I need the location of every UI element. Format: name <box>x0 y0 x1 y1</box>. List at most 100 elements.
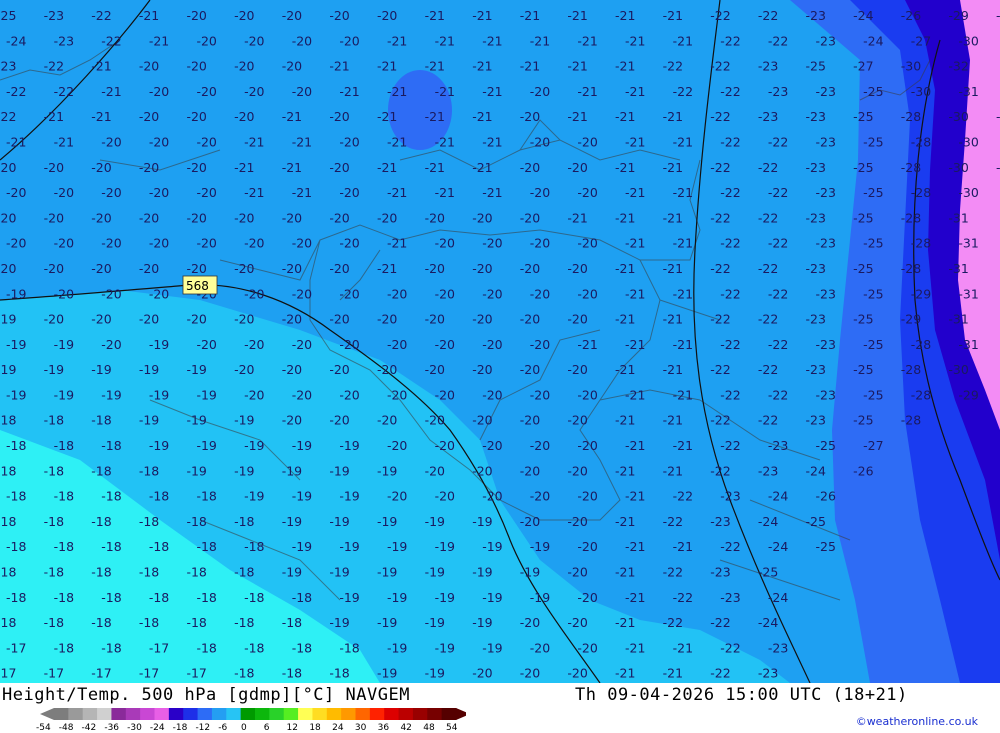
temp-label: -20 <box>54 286 74 301</box>
temp-label: -20 <box>425 463 445 478</box>
temp-label: -21 <box>625 134 645 149</box>
temp-label: -20 <box>520 160 540 175</box>
temp-label: -20 <box>292 286 312 301</box>
temp-label: -21 <box>673 286 693 301</box>
temp-label: -21 <box>377 59 397 74</box>
temp-label: -20 <box>530 489 550 504</box>
scale-swatch <box>341 708 356 720</box>
temp-label: -20 <box>196 84 216 99</box>
temp-label: -20 <box>234 261 254 276</box>
temp-label: -20 <box>520 615 540 630</box>
temp-label: -20 <box>91 210 111 225</box>
temp-label: -19 <box>234 413 254 428</box>
temp-label: -19 <box>91 362 111 377</box>
temp-label: -28 <box>911 185 931 200</box>
temp-label: -19 <box>435 590 455 605</box>
temp-label: -21 <box>567 59 587 74</box>
temp-label: -18 <box>149 590 169 605</box>
scale-swatch <box>384 708 400 720</box>
temp-label: -20 <box>472 312 492 327</box>
temp-label: -20 <box>530 84 550 99</box>
temp-label: -18 <box>244 539 264 554</box>
temp-label: -20 <box>149 84 169 99</box>
temp-label: -27 <box>911 33 931 48</box>
map-footer: Height/Temp. 500 hPa [gdmp][°C] NAVGEM T… <box>0 683 1000 733</box>
temp-label: -20 <box>482 236 502 251</box>
temp-label: -19 <box>282 463 302 478</box>
temp-label: -18 <box>6 539 26 554</box>
temp-label: -23 <box>0 59 16 74</box>
scale-label: -12 <box>195 723 210 731</box>
temp-label: -19 <box>530 539 550 554</box>
temp-label: -21 <box>615 514 635 529</box>
temp-label: -19 <box>377 463 397 478</box>
temp-label: -20 <box>387 286 407 301</box>
temp-label: -18 <box>91 615 111 630</box>
temp-label: -20 <box>282 362 302 377</box>
scale-label: -42 <box>82 723 97 731</box>
temp-label: -21 <box>244 134 264 149</box>
temp-label: -22 <box>720 33 740 48</box>
temp-label: -25 <box>806 514 826 529</box>
temp-label: -23 <box>816 286 836 301</box>
temp-label: -20 <box>54 236 74 251</box>
temp-label: -18 <box>149 539 169 554</box>
scale-swatch <box>68 708 84 720</box>
scale-swatch <box>197 708 213 720</box>
scale-swatch <box>326 708 342 720</box>
temp-label: -31 <box>958 84 978 99</box>
temp-label: -20 <box>339 337 359 352</box>
temp-label: -21 <box>482 84 502 99</box>
temp-label: -20 <box>186 59 206 74</box>
temp-label: -21 <box>615 362 635 377</box>
scale-label: 24 <box>332 723 344 731</box>
temp-label: -23 <box>816 185 836 200</box>
temp-label: -20 <box>435 337 455 352</box>
scale-label: 36 <box>378 723 390 731</box>
temp-label: -19 <box>435 539 455 554</box>
temp-label: -21 <box>625 185 645 200</box>
temp-label: -22 <box>663 615 683 630</box>
temp-label: -20 <box>377 312 397 327</box>
temp-label: -25 <box>853 109 873 124</box>
temp-label: -20 <box>282 8 302 23</box>
credit-link[interactable]: ©weatheronline.co.uk <box>856 715 978 728</box>
temp-label: -23 <box>758 666 778 681</box>
temp-label: -20 <box>234 59 254 74</box>
temp-label: -31 <box>948 210 968 225</box>
temp-label: -18 <box>101 438 121 453</box>
temp-label: -20 <box>472 463 492 478</box>
temp-label: -21 <box>663 312 683 327</box>
temp-label: -30 <box>911 84 931 99</box>
temp-label: -23 <box>806 413 826 428</box>
temp-label: -18 <box>91 413 111 428</box>
temp-label: -21 <box>673 33 693 48</box>
temp-label: -20 <box>577 286 597 301</box>
temp-label: -21 <box>625 438 645 453</box>
temp-label: -20 <box>101 236 121 251</box>
temp-label: -21 <box>567 109 587 124</box>
temp-label: -20 <box>234 312 254 327</box>
temp-label: -21 <box>663 463 683 478</box>
temp-label: -18 <box>54 640 74 655</box>
temp-label: -20 <box>435 438 455 453</box>
temp-label: -27 <box>853 59 873 74</box>
temp-label: -20 <box>520 463 540 478</box>
temp-label: -21 <box>425 59 445 74</box>
temp-label: -23 <box>816 134 836 149</box>
temp-label: -19 <box>482 539 502 554</box>
temp-label: -20 <box>282 210 302 225</box>
temp-label: -20 <box>425 413 445 428</box>
temp-label: -20 <box>387 438 407 453</box>
temp-label: -20 <box>282 312 302 327</box>
temp-label: -25 <box>863 134 883 149</box>
temp-label: -29 <box>948 8 968 23</box>
temp-label: -18 <box>101 590 121 605</box>
temp-label: -20 <box>387 337 407 352</box>
temp-label: -21 <box>625 337 645 352</box>
temp-label: -18 <box>0 615 16 630</box>
temp-label: -21 <box>663 8 683 23</box>
scale-swatch <box>412 708 428 720</box>
temp-label: -20 <box>530 236 550 251</box>
temp-label: -31 <box>958 236 978 251</box>
